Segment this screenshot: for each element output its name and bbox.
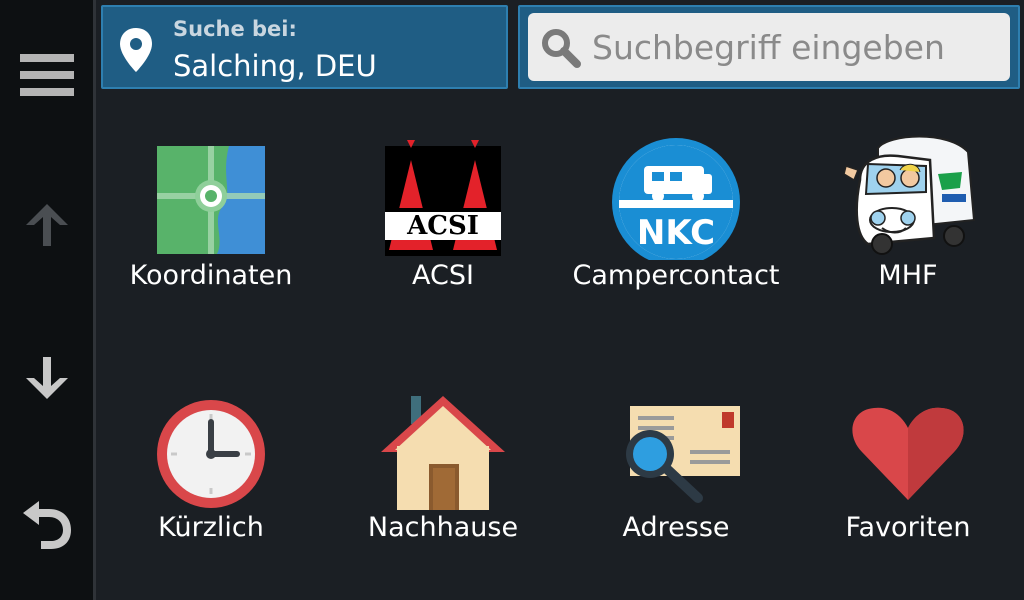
- category-label: Koordinaten: [129, 260, 293, 291]
- house-icon: [381, 396, 505, 510]
- address-envelope-icon: [626, 406, 740, 503]
- location-pin-icon: [120, 28, 152, 72]
- menu-button[interactable]: [0, 40, 93, 110]
- search-field[interactable]: [528, 13, 1010, 81]
- category-label: MHF: [878, 260, 938, 291]
- nkc-logo-text: NKC: [637, 213, 715, 253]
- category-label: Campercontact: [572, 260, 780, 291]
- category-campercontact[interactable]: NKC Campercontact: [560, 100, 792, 340]
- back-arrow-icon: [22, 501, 71, 549]
- hamburger-menu-icon: [19, 54, 74, 96]
- clock-icon: [157, 400, 265, 508]
- category-coordinates[interactable]: Koordinaten: [95, 100, 327, 340]
- category-address[interactable]: Adresse: [560, 352, 792, 592]
- arrow-down-icon: [25, 357, 68, 399]
- arrow-up-icon: [25, 204, 68, 246]
- coordinates-map-icon: [157, 146, 265, 254]
- search-bar: [518, 5, 1020, 89]
- back-button[interactable]: [0, 490, 93, 560]
- campercontact-logo-icon: NKC: [612, 138, 740, 260]
- location-value: Salching, DEU: [173, 49, 377, 83]
- search-location-button[interactable]: Suche bei: Salching, DEU: [101, 5, 508, 89]
- category-label: ACSI: [412, 260, 474, 291]
- search-icon: [542, 29, 581, 68]
- category-home[interactable]: Nachhause: [327, 352, 559, 592]
- category-label: Adresse: [622, 512, 730, 543]
- acsi-logo-icon: ACSI: [385, 140, 501, 256]
- scroll-up-button[interactable]: [0, 190, 93, 260]
- category-label: Kürzlich: [158, 512, 264, 543]
- location-label: Suche bei:: [173, 17, 297, 41]
- category-acsi[interactable]: ACSI ACSI: [327, 100, 559, 340]
- category-mhf[interactable]: MHF: [792, 100, 1024, 340]
- category-label: Favoriten: [845, 512, 971, 543]
- scroll-down-button[interactable]: [0, 343, 93, 413]
- category-label: Nachhause: [367, 512, 519, 543]
- search-input[interactable]: [592, 23, 1002, 71]
- category-favorites[interactable]: Favoriten: [792, 352, 1024, 592]
- camper-van-icon: [843, 135, 976, 255]
- side-rail: [0, 0, 93, 600]
- acsi-logo-text: ACSI: [406, 211, 479, 241]
- category-recent[interactable]: Kürzlich: [95, 352, 327, 592]
- heart-icon: [852, 407, 964, 500]
